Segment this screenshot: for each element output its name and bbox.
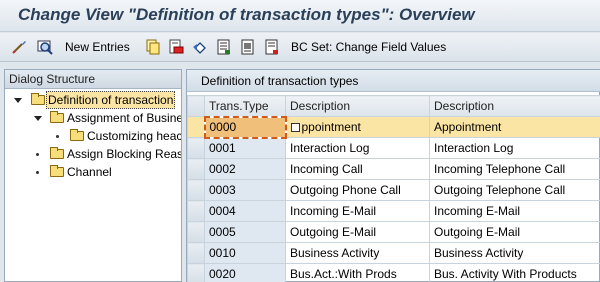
table-row[interactable]: 0003 Outgoing Phone Call Outgoing Teleph… [187, 179, 600, 201]
leaf-bullet-icon [36, 171, 39, 174]
row-selector[interactable] [187, 200, 205, 222]
tree-item-label: Assignment of Busine [67, 111, 181, 125]
column-header-description[interactable]: Description [285, 95, 430, 117]
description-cell[interactable]: Bus.Act.:With Prods [285, 263, 430, 282]
description-long-cell[interactable]: Outgoing Telephone Call [429, 179, 600, 201]
description-text: ppointment [301, 120, 361, 134]
glasses-icon[interactable] [12, 39, 28, 55]
tree-item-customizing-header[interactable]: Customizing heac [5, 127, 181, 145]
table-title: Definition of transaction types [187, 70, 600, 92]
tree-item-label: Definition of transaction [46, 91, 176, 109]
row-selector[interactable] [187, 221, 205, 243]
trans-type-cell[interactable]: 0000 [203, 115, 287, 139]
description-cell[interactable]: Business Activity [285, 242, 430, 264]
table-row[interactable]: 0002 Incoming Call Incoming Telephone Ca… [187, 158, 600, 180]
new-entries-button[interactable]: New Entries [65, 38, 130, 56]
table-header-row: Trans.Type Description Description [187, 95, 600, 117]
transaction-types-table: Trans.Type Description Description 0000 … [187, 95, 600, 282]
trans-type-cell[interactable]: 0002 [204, 158, 286, 180]
description-long-cell[interactable]: Incoming Telephone Call [429, 158, 600, 180]
trans-type-cell[interactable]: 0004 [204, 200, 286, 222]
trans-type-cell[interactable]: 0001 [204, 137, 286, 159]
description-long-cell[interactable]: Outgoing E-Mail [429, 221, 600, 243]
leaf-bullet-icon [56, 135, 59, 138]
select-all-icon[interactable] [216, 39, 232, 55]
tree-item-definition-of-transaction[interactable]: Definition of transaction [5, 91, 181, 109]
column-header-description-long[interactable]: Description [429, 95, 600, 117]
row-selector[interactable] [187, 137, 205, 159]
table-row[interactable]: 0000 ppointment Appointment [187, 115, 600, 139]
description-long-cell[interactable]: Business Activity [429, 242, 600, 264]
table-row[interactable]: 0001 Interaction Log Interaction Log [187, 137, 600, 159]
tree-item-label: Channel [67, 165, 112, 179]
folder-icon [50, 147, 64, 159]
table-row[interactable]: 0005 Outgoing E-Mail Outgoing E-Mail [187, 221, 600, 243]
row-selector[interactable] [187, 116, 205, 138]
description-long-cell[interactable]: Bus. Activity With Products [429, 263, 600, 282]
undo-icon[interactable] [192, 39, 208, 55]
row-selector[interactable] [187, 158, 205, 180]
trans-type-cell[interactable]: 0010 [204, 242, 286, 264]
trans-type-cell[interactable]: 0005 [204, 221, 286, 243]
bc-set-label: BC Set: Change Field Values [291, 40, 447, 54]
dialog-structure-header: Dialog Structure [5, 70, 181, 89]
table-row[interactable]: 0020 Bus.Act.:With Prods Bus. Activity W… [187, 263, 600, 282]
select-block-icon[interactable] [240, 39, 256, 55]
row-selector[interactable] [187, 242, 205, 264]
bc-set-button[interactable]: BC Set: Change Field Values [291, 38, 446, 56]
tree-item-assignment-of-business[interactable]: Assignment of Busine [5, 109, 181, 127]
select-all-rows-button[interactable] [187, 95, 205, 117]
folder-open-icon [31, 93, 45, 105]
leaf-bullet-icon [36, 153, 39, 156]
display-icon[interactable] [37, 39, 53, 55]
row-selector[interactable] [187, 179, 205, 201]
description-cell[interactable]: Interaction Log [285, 137, 430, 159]
description-cell[interactable]: Incoming Call [285, 158, 430, 180]
trans-type-cell[interactable]: 0020 [204, 263, 286, 282]
description-long-cell[interactable]: Appointment [429, 116, 600, 138]
description-cell[interactable]: Outgoing E-Mail [285, 221, 430, 243]
dialog-structure-panel: Dialog Structure Definition of transacti… [4, 69, 182, 282]
deselect-icon[interactable] [264, 39, 280, 55]
tree-item-assign-blocking-reason[interactable]: Assign Blocking Reaso [5, 145, 181, 163]
folder-icon [70, 129, 84, 141]
delete-icon[interactable] [168, 39, 184, 55]
folder-icon [50, 165, 64, 177]
table-panel: Definition of transaction types Trans.Ty… [186, 69, 600, 282]
description-long-cell[interactable]: Incoming E-Mail [429, 200, 600, 222]
table-row[interactable]: 0010 Business Activity Business Activity [187, 242, 600, 264]
expand-arrow-icon[interactable] [14, 98, 22, 103]
window-title: Change View "Definition of transaction t… [18, 5, 475, 24]
application-toolbar: New Entries BC Set: Change Field Values [0, 33, 600, 62]
tree-item-label: Customizing heac [87, 129, 181, 143]
description-cell[interactable]: Incoming E-Mail [285, 200, 430, 222]
row-selector[interactable] [187, 263, 205, 282]
description-cell[interactable]: ppointment [285, 116, 430, 138]
description-cell[interactable]: Outgoing Phone Call [285, 179, 430, 201]
tree-item-channel[interactable]: Channel [5, 163, 181, 181]
new-entries-label: New Entries [65, 40, 130, 54]
folder-open-icon [50, 111, 64, 123]
copy-icon[interactable] [145, 39, 161, 55]
table-row[interactable]: 0004 Incoming E-Mail Incoming E-Mail [187, 200, 600, 222]
column-header-trans-type[interactable]: Trans.Type [204, 95, 286, 117]
cell-cursor-icon [290, 123, 300, 132]
description-long-cell[interactable]: Interaction Log [429, 137, 600, 159]
title-bar: Change View "Definition of transaction t… [0, 0, 600, 32]
tree-item-label: Assign Blocking Reaso [67, 147, 181, 161]
expand-arrow-icon[interactable] [34, 116, 42, 121]
trans-type-cell[interactable]: 0003 [204, 179, 286, 201]
